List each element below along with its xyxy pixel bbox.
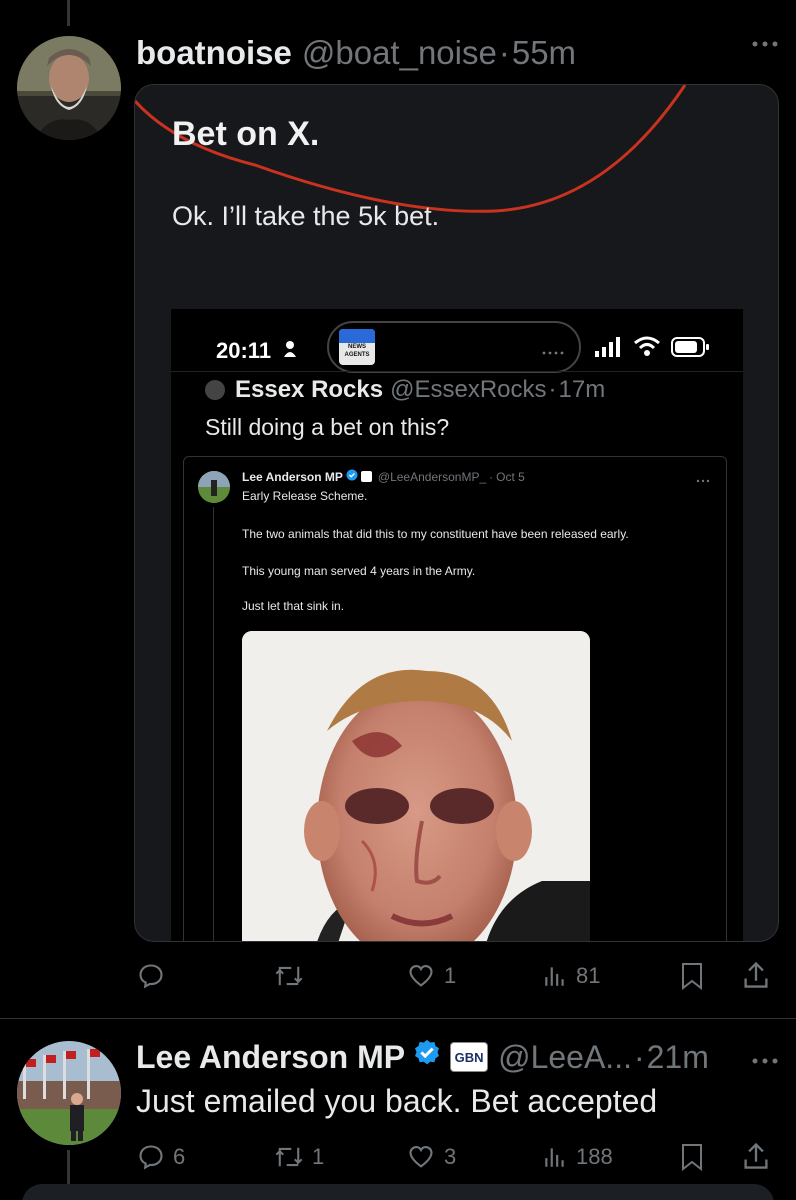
inner-tweet-text: Still doing a bet on this? (205, 414, 450, 440)
tweet-boatnoise[interactable]: boatnoise @boat_noise · 55m Bet on X. Ok… (0, 0, 796, 1018)
reply-button[interactable] (137, 962, 173, 990)
tweet-actions: 6 1 3 188 (0, 1141, 796, 1177)
tweet-actions: 1 81 (0, 958, 796, 998)
inner-tweet-header: Essex Rocks @EssexRocks · 17m (235, 376, 605, 404)
repost-icon (275, 1147, 303, 1167)
affiliate-badge-text: GBN (454, 1049, 484, 1065)
inner-separator: · (548, 376, 557, 403)
news-agents-logo: NEWS AGENTS (339, 329, 375, 365)
nested-line4: Just let that sink in. (242, 599, 345, 613)
nested-verified-icon (346, 469, 358, 484)
handle[interactable]: @LeeA... (498, 1039, 632, 1076)
share-icon (744, 961, 768, 988)
reply-icon (139, 1145, 163, 1170)
avatar-lee-anderson[interactable] (17, 1041, 121, 1145)
nested-quote: Lee Anderson MP @LeeAndersonMP_ · Oct 5 … (183, 456, 727, 941)
affiliate-badge[interactable]: GBN (450, 1042, 489, 1072)
inner-display-name: Essex Rocks (235, 376, 384, 403)
nested-affiliate-icon (360, 471, 372, 482)
timestamp[interactable]: 21m (647, 1039, 709, 1076)
views-icon (545, 967, 564, 986)
nested-thread-line (213, 507, 214, 941)
display-name[interactable]: boatnoise (136, 34, 292, 72)
signal-icon (595, 337, 627, 362)
repost-button[interactable]: 1 (274, 1143, 324, 1171)
nested-avatar (198, 471, 230, 503)
nested-line3: This young man served 4 years in the Arm… (242, 564, 476, 578)
separator-dot: · (633, 1038, 645, 1075)
views-button[interactable]: 81 (542, 962, 600, 990)
handle[interactable]: @boat_noise (302, 34, 497, 72)
inner-time: 17m (558, 376, 606, 403)
quote-body: Ok. I’ll take the 5k bet. (172, 201, 440, 231)
views-count: 81 (576, 963, 601, 988)
quote-heading: Bet on X. (172, 115, 320, 153)
nested-handle: @LeeAndersonMP_ (377, 469, 487, 484)
red-annotation-circle (135, 85, 687, 213)
like-count: 3 (444, 1144, 457, 1169)
verified-badge-icon (412, 1038, 442, 1076)
tweet-text: Just emailed you back. Bet accepted (136, 1083, 658, 1119)
views-icon (545, 1148, 564, 1167)
more-options-icon[interactable] (750, 1047, 780, 1078)
heart-icon (409, 965, 433, 987)
nested-more-icon (696, 471, 710, 489)
island-dots (541, 343, 565, 361)
like-count: 1 (444, 963, 457, 988)
nested-date: Oct 5 (496, 469, 525, 484)
repost-button[interactable] (274, 962, 312, 990)
essex-rocks-avatar (205, 380, 225, 400)
share-button[interactable] (742, 1141, 770, 1171)
repost-icon (275, 966, 303, 986)
nested-separator: · (489, 469, 494, 484)
nested-line2: The two animals that did this to my cons… (242, 527, 629, 541)
dynamic-island: NEWS AGENTS (327, 321, 581, 373)
battery-icon (671, 337, 711, 362)
media-card[interactable]: Bet on X. Ok. I’ll take the 5k bet. 20:1… (134, 84, 779, 942)
reply-button[interactable]: 6 (137, 1143, 185, 1171)
bookmark-button[interactable] (680, 962, 704, 990)
reply-icon (139, 964, 163, 989)
views-button[interactable]: 188 (542, 1143, 613, 1171)
injury-photo (242, 631, 590, 941)
person-icon (283, 339, 297, 364)
heart-icon (409, 1146, 433, 1168)
views-count: 188 (576, 1144, 613, 1169)
status-time: 20:11 (216, 338, 272, 363)
like-button[interactable]: 1 (406, 962, 456, 990)
avatar-boatnoise[interactable] (17, 36, 121, 140)
repost-count: 1 (312, 1144, 325, 1169)
separator-dot: · (498, 34, 510, 71)
reply-count: 6 (173, 1144, 186, 1169)
reply-composer-bar[interactable] (22, 1184, 774, 1200)
timestamp[interactable]: 55m (512, 34, 576, 72)
nested-header: Lee Anderson MP @LeeAndersonMP_ · Oct 5 (242, 469, 525, 484)
inner-handle: @EssexRocks (390, 376, 547, 403)
bookmark-icon (682, 963, 702, 990)
tweet-header: boatnoise @boat_noise · 55m (136, 30, 576, 76)
display-name[interactable]: Lee Anderson MP (136, 1039, 405, 1076)
nested-line1: Early Release Scheme. (242, 489, 368, 503)
more-options-icon[interactable] (750, 30, 780, 61)
news-agents-text: NEWS AGENTS (344, 344, 370, 358)
share-button[interactable] (742, 960, 770, 990)
phone-screenshot: 20:11 NEWS AGENTS Essex Rocks @EssexRock… (171, 309, 743, 941)
wifi-icon (633, 335, 661, 362)
tweet-header: Lee Anderson MP GBN @LeeA... · 21m (136, 1035, 709, 1079)
nested-name: Lee Anderson MP (242, 469, 343, 484)
inner-tweet: Essex Rocks @EssexRocks · 17m Still doin… (171, 371, 743, 941)
share-icon (744, 1142, 768, 1169)
bookmark-button[interactable] (680, 1143, 704, 1171)
like-button[interactable]: 3 (406, 1143, 456, 1171)
bookmark-icon (682, 1144, 702, 1171)
tweet-lee-anderson[interactable]: Lee Anderson MP GBN @LeeA... · 21m Just … (0, 1019, 796, 1200)
